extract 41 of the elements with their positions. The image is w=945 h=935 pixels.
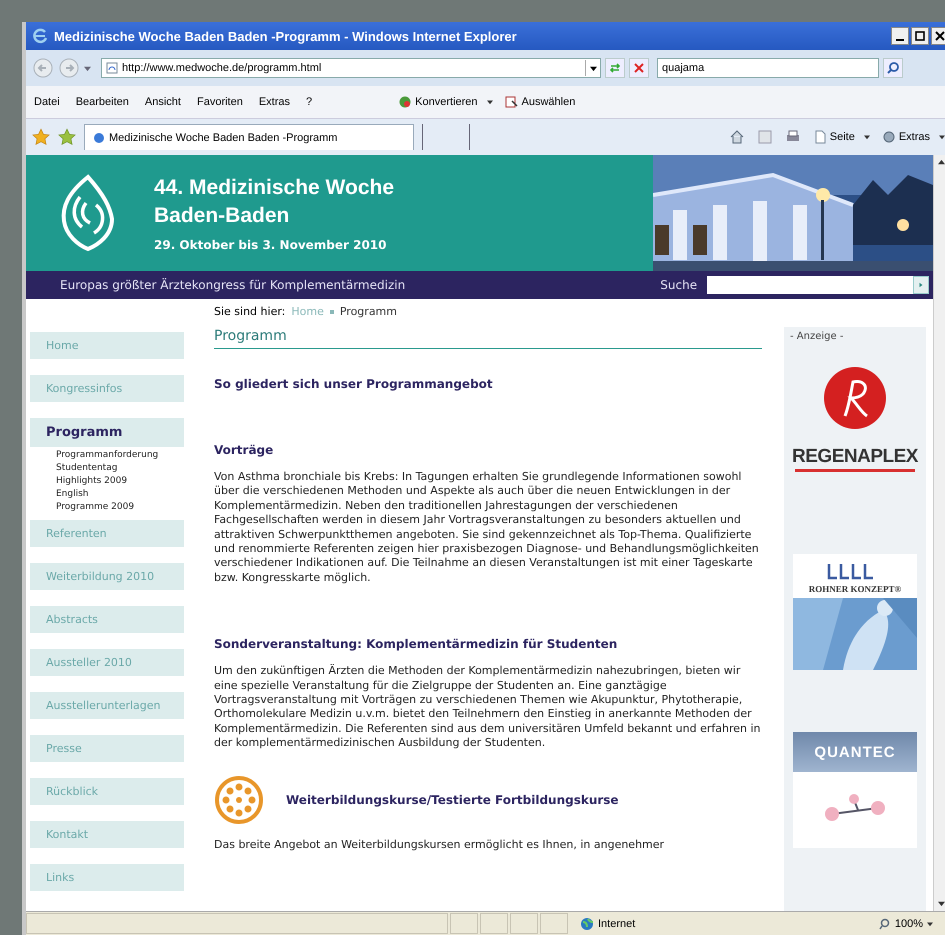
ad-brand[interactable]: REGENAPLEX (792, 446, 918, 468)
menu-item[interactable]: Extras (258, 96, 290, 108)
intro-heading: So gliedert sich unser Programmangebot (214, 377, 494, 391)
search-label: Suche (660, 278, 698, 292)
browser-tab[interactable]: Medizinische Woche Baden Baden -Programm (84, 124, 414, 150)
ad-label: - Anzeige - (789, 331, 844, 342)
menu-item[interactable]: Datei (34, 96, 60, 108)
search-field[interactable]: quajama (657, 58, 879, 78)
window-title: Medizinische Woche Baden Baden -Programm - Windows Internet Explorer (54, 28, 518, 44)
sidebar-item[interactable]: Programm (30, 418, 184, 447)
sidebar-subitem[interactable]: Studententag (56, 462, 188, 475)
toolbar-button[interactable]: Auswählen (504, 95, 576, 109)
menu-item[interactable]: ? (306, 96, 312, 108)
congress-title: 44. Medizinische Woche (154, 175, 394, 201)
section-heading: Weiterbildungskurse/Testierte Fortbildungskurse (286, 792, 619, 807)
congress-city: Baden-Baden (154, 203, 290, 229)
ad-brand: ROHNER KONZEPT® (808, 584, 902, 594)
section-heading: Vorträge (214, 443, 274, 457)
section-text: Das breite Angebot an Weiterbildungskursen ermöglicht es Ihnen, in angenehmer (214, 838, 666, 852)
section-text: Von Asthma bronchiale bis Krebs: In Tagungen erhalten Sie grundlegende Informationen sowohl über die verschiedenen Methoden und Aspekte als auch über die neuen Entwicklungen in der Komplementärmedizin. Neben den traditionellen Jahrestagungen der verschiedenen Fachgesellschaften werden in diesem Jahr Vortragsveranstaltungen zu besonders aktuellen und attraktiven Schwerpunktthemen angeboten. Sie sind gekennzeichnet als Top-Thema. Qualifizierte und renommierte Referenten zeigen hier praxisbezogen Diagnose- und Behandlungsmöglichkeiten verschiedener Indikationen auf. Die Teilnahme an diesen Veranstaltungen ist mit einer Tageskarte bzw. Kongresskarte möglich. (214, 470, 760, 586)
ad-banner[interactable]: ROHNER KONZEPT® (793, 554, 917, 670)
menu-item[interactable]: Favoriten (196, 96, 243, 108)
sidebar-subitem[interactable]: English (56, 488, 188, 501)
congress-dates: 29. Oktober bis 3. November 2010 (154, 238, 388, 252)
site-tagline: Europas größter Ärztekongress für Komplementärmedizin (60, 278, 406, 292)
command-button[interactable]: Seite (812, 130, 870, 144)
breadcrumb-label: Sie sind hier: (214, 305, 286, 318)
sidebar-subitem[interactable]: Highlights 2009 (56, 475, 188, 488)
command-button[interactable]: Extras (882, 130, 945, 144)
sidebar-subitem[interactable]: Programmanforderung (56, 449, 188, 462)
menu-item[interactable]: Ansicht (144, 96, 181, 108)
toolbar-button[interactable]: Konvertieren (398, 95, 493, 109)
sidebar-subitem[interactable]: Programme 2009 (56, 501, 188, 514)
zoom-button[interactable]: 100% (878, 918, 933, 930)
security-zone: Internet (570, 914, 820, 933)
ad-brand: QUANTEC (814, 744, 896, 760)
section-heading: Sonderveranstaltung: Komplementärmedizin für Studenten (214, 637, 618, 652)
page-title: Programm (214, 320, 762, 349)
address-field[interactable]: http://www.medwoche.de/programm.html (101, 58, 601, 78)
menu-item[interactable]: Bearbeiten (76, 96, 129, 108)
section-text: Um den zukünftigen Ärzten die Methoden der Komplementärmedizin nahezubringen, bieten wir eine spezielle Veranstaltung für die Zielgruppe der Studenten an. Eine ganztägige Vortragsveranstaltung mit Vorträgen zu verschiedenen Themen wie Akupunktur, Phytotherapie, Orthomolekulare Medizin u.v.m. bietet den Teilnehmern den Einstieg in anerkannte Methoden der Komplementärmedizin. Die Referenten sind aus dem universitären Umfeld bekannt und erfahren in der komplementärmedizinischen Ausbildung der Studenten. (214, 664, 762, 751)
